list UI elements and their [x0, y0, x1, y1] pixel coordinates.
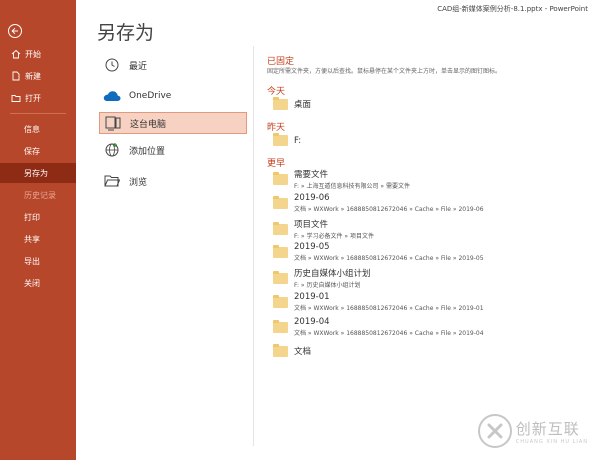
folder-name: 文档: [294, 347, 312, 357]
computer-icon: [104, 115, 122, 131]
watermark-text: 创新互联: [515, 419, 580, 438]
nav-label: 信息: [24, 124, 40, 134]
folder-item[interactable]: 项目文件 F: » 学习必备文件 » 项目文件: [273, 218, 374, 240]
nav-open[interactable]: 打开: [0, 88, 76, 108]
today-heading: 今天: [267, 87, 286, 97]
watermark-subtext: CHUANG XIN HU LIAN: [515, 438, 588, 445]
nav-save[interactable]: 保存: [0, 141, 76, 161]
new-file-icon: [10, 71, 21, 82]
location-label: 最近: [129, 61, 148, 72]
folder-icon: [273, 270, 288, 284]
folder-name: F:: [294, 135, 302, 146]
folder-icon: [273, 133, 288, 146]
clock-icon: [103, 57, 121, 73]
nav-label: 另存为: [24, 168, 48, 178]
location-add-place[interactable]: 添加位置: [99, 139, 247, 161]
nav-label: 导出: [24, 256, 40, 266]
folder-path: 文档 » WXWork » 1688850812672046 » Cache »…: [294, 206, 484, 213]
folder-icon: [273, 195, 288, 209]
yesterday-heading: 昨天: [267, 123, 286, 133]
nav-print[interactable]: 打印: [0, 207, 76, 227]
nav-label: 历史记录: [24, 190, 56, 200]
folder-path: 文档 » WXWork » 1688850812672046 » Cache »…: [294, 305, 484, 312]
nav-label: 关闭: [24, 278, 40, 288]
page-title: 另存为: [97, 22, 155, 44]
folder-item[interactable]: 2019-04 文档 » WXWork » 1688850812672046 »…: [273, 317, 484, 337]
window-title: CAD组-新媒体案例分析-8.1.pptx - PowerPoint: [437, 5, 588, 13]
folder-name: 桌面: [294, 100, 312, 110]
folder-icon: [273, 319, 288, 333]
nav-label: 保存: [24, 146, 40, 156]
nav-close[interactable]: 关闭: [0, 273, 76, 293]
folder-item[interactable]: 历史自媒体小组计划 F: » 历史自媒体小组计划: [273, 267, 371, 289]
open-folder-icon: [10, 93, 21, 104]
folder-name: 历史自媒体小组计划: [294, 269, 371, 279]
location-recent[interactable]: 最近: [99, 54, 247, 76]
pinned-description: 固定所需文件夹，方便以后查找。鼠标悬停在某个文件夹上方时，单击显示的图钉图标。: [267, 68, 502, 75]
home-icon: [10, 49, 21, 60]
folder-item[interactable]: 2019-01 文档 » WXWork » 1688850812672046 »…: [273, 292, 484, 312]
folder-path: F: » 上海互遁信息科技有限公司 » 需要文件: [294, 183, 410, 190]
nav-info[interactable]: 信息: [0, 119, 76, 139]
folder-name: 2019-01: [294, 292, 330, 302]
back-arrow-icon[interactable]: [8, 24, 22, 38]
folder-name: 2019-05: [294, 242, 330, 252]
nav-save-as[interactable]: 另存为: [0, 163, 76, 183]
folder-item[interactable]: 需要文件 F: » 上海互遁信息科技有限公司 » 需要文件: [273, 168, 410, 190]
folder-path: F: » 历史自媒体小组计划: [294, 282, 361, 289]
watermark-logo-icon: [477, 414, 512, 448]
folder-item[interactable]: 2019-05 文档 » WXWork » 1688850812672046 »…: [273, 242, 484, 262]
location-this-pc[interactable]: 这台电脑: [99, 112, 247, 134]
folder-icon: [273, 171, 288, 185]
folder-open-icon: [103, 173, 121, 189]
location-label: 添加位置: [129, 146, 166, 157]
folder-icon: [273, 343, 288, 357]
location-onedrive[interactable]: OneDrive: [99, 85, 247, 107]
folder-item[interactable]: 2019-06 文档 » WXWork » 1688850812672046 »…: [273, 193, 484, 213]
folder-icon: [273, 294, 288, 308]
nav-history[interactable]: 历史记录: [0, 185, 76, 205]
nav-share[interactable]: 共享: [0, 229, 76, 249]
folder-item[interactable]: 文档: [273, 343, 312, 357]
location-label: 浏览: [129, 177, 148, 188]
folder-name: 2019-06: [294, 193, 330, 203]
folder-icon: [273, 221, 288, 235]
folder-path: 文档 » WXWork » 1688850812672046 » Cache »…: [294, 330, 484, 337]
folder-item[interactable]: 桌面: [273, 96, 312, 110]
nav-new[interactable]: 新建: [0, 66, 76, 86]
watermark: 创新互联 CHUANG XIN HU LIAN: [477, 414, 588, 448]
folder-name: 2019-04: [294, 317, 330, 327]
backstage-sidebar: 开始 新建 打开 信息 保存 另存为 历史记录 打印 共享 导出 关闭: [0, 0, 76, 460]
folder-path: 文档 » WXWork » 1688850812672046 » Cache »…: [294, 255, 484, 262]
folder-name: 需要文件: [294, 170, 329, 180]
nav-label: 打开: [25, 93, 41, 103]
folder-icon: [273, 244, 288, 258]
nav-home[interactable]: 开始: [0, 44, 76, 64]
nav-label: 新建: [25, 71, 41, 81]
location-label: 这台电脑: [130, 119, 167, 130]
column-divider: [253, 46, 254, 446]
location-label: OneDrive: [129, 91, 172, 101]
folder-name: 项目文件: [294, 220, 329, 230]
sidebar-divider: [10, 113, 66, 114]
cloud-icon: [103, 88, 121, 104]
folder-path: F: » 学习必备文件 » 项目文件: [294, 233, 374, 240]
folder-item[interactable]: F:: [273, 133, 302, 146]
location-browse[interactable]: 浏览: [99, 170, 247, 192]
nav-export[interactable]: 导出: [0, 251, 76, 271]
nav-label: 打印: [24, 212, 40, 222]
nav-label: 共享: [24, 234, 40, 244]
folder-icon: [273, 96, 288, 110]
nav-label: 开始: [25, 49, 41, 59]
globe-add-icon: [103, 142, 121, 158]
